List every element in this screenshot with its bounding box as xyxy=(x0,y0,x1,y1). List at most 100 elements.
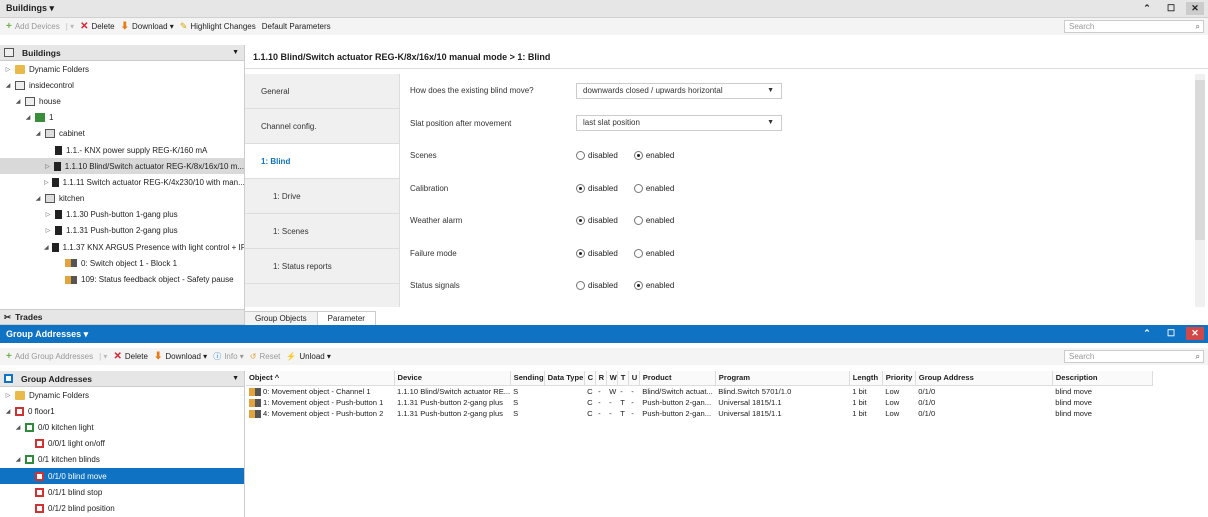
column-header-product[interactable]: Product xyxy=(639,371,716,386)
tree-item-1-1-10-blind-switch-actuator-reg-k-8x-16[interactable]: ▷ 1.1.10 Blind/Switch actuator REG-K/8x/1… xyxy=(0,158,244,175)
radio-disabled[interactable]: disabled xyxy=(576,248,618,258)
tree-item-dynamic-folders[interactable]: ▷ Dynamic Folders xyxy=(0,61,244,77)
group-tree-header[interactable]: Group Addresses ▼ xyxy=(0,371,244,387)
close-icon[interactable]: ✕ xyxy=(1186,2,1204,15)
expand-toggle-icon[interactable]: ◢ xyxy=(14,456,22,463)
tree-item-1-1-11-switch-actuator-reg-k-4x230-10-wi[interactable]: ▷ 1.1.11 Switch actuator REG-K/4x230/10 w… xyxy=(0,174,244,190)
collapse-icon[interactable]: ⌃ xyxy=(1138,2,1156,15)
expand-toggle-icon[interactable]: ◢ xyxy=(34,195,42,202)
tree-item-0-switch-object-1-block-1[interactable]: 0: Switch object 1 - Block 1 xyxy=(0,255,244,271)
column-header-sending[interactable]: Sending xyxy=(510,371,545,386)
expand-toggle-icon[interactable]: ▷ xyxy=(44,179,49,186)
buildings-title[interactable]: Buildings ▾ xyxy=(6,3,54,14)
radio-disabled[interactable]: disabled xyxy=(576,216,618,225)
tree-item-kitchen[interactable]: ◢ kitchen xyxy=(0,191,244,207)
tree-item-1-1-30-push-button-1-gang-plus[interactable]: ▷ 1.1.30 Push-button 1-gang plus xyxy=(0,207,244,223)
tree-item-1-1-37-knx-argus-presence-with-light-con[interactable]: ◢ 1.1.37 KNX ARGUS Presence with light co… xyxy=(0,239,244,255)
tree-item-insidecontrol[interactable]: ◢ insidecontrol xyxy=(0,77,244,93)
table-row[interactable]: 4: Movement object - Push-button 2 1.1.31… xyxy=(246,408,1152,420)
radio-enabled[interactable]: enabled xyxy=(633,281,674,290)
maximize-icon[interactable]: ☐ xyxy=(1162,327,1180,340)
group-addresses-title[interactable]: Group Addresses ▾ xyxy=(6,329,88,340)
tree-item-0-1-1-blind-stop[interactable]: 0/1/1 blind stop xyxy=(0,484,244,500)
download-button[interactable]: ⬇ Download ▾ xyxy=(121,21,174,32)
parameter-scrollbar[interactable] xyxy=(1195,74,1205,307)
nav-item-general[interactable]: General xyxy=(245,74,399,109)
column-header-object[interactable]: Object ^ xyxy=(246,371,395,386)
expand-toggle-icon[interactable]: ◢ xyxy=(14,98,22,105)
tree-item-1-1-31-push-button-2-gang-plus[interactable]: ▷ 1.1.31 Push-button 2-gang plus xyxy=(0,223,244,239)
reset-button[interactable]: ↺ Reset xyxy=(250,352,281,361)
group-search-input[interactable]: Search ⌕ xyxy=(1064,350,1204,363)
tree-item-0-1-kitchen-blinds[interactable]: ◢ 0/1 kitchen blinds xyxy=(0,452,244,468)
tree-item-cabinet[interactable]: ◢ cabinet xyxy=(0,126,244,142)
info-button[interactable]: ⓘ Info ▾ xyxy=(213,351,244,362)
column-header-c[interactable]: C xyxy=(584,371,596,386)
column-header-length[interactable]: Length xyxy=(849,371,883,386)
tab-group-objects[interactable]: Group Objects xyxy=(245,311,318,325)
expand-toggle-icon[interactable]: ▷ xyxy=(44,211,52,218)
nav-item-1-status-reports[interactable]: 1: Status reports xyxy=(245,249,399,284)
expand-toggle-icon[interactable]: ◢ xyxy=(34,130,42,137)
column-header-description[interactable]: Description xyxy=(1052,371,1153,386)
trades-header[interactable]: ✂ Trades xyxy=(0,309,244,325)
tree-item-109-status-feedback-object-safety-pause[interactable]: 109: Status feedback object - Safety pau… xyxy=(0,271,244,287)
maximize-icon[interactable]: ☐ xyxy=(1162,2,1180,15)
column-header-program[interactable]: Program xyxy=(715,371,850,386)
download-button[interactable]: ⬇ Download ▾ xyxy=(154,351,207,362)
add-group-addresses-button[interactable]: + Add Group Addresses xyxy=(6,351,93,362)
nav-item-1-blind[interactable]: 1: Blind xyxy=(245,144,399,179)
column-header-group-address[interactable]: Group Address xyxy=(915,371,1053,386)
nav-item-1-drive[interactable]: 1: Drive xyxy=(245,179,399,214)
column-header-data-type[interactable]: Data Type xyxy=(544,371,585,386)
radio-enabled[interactable]: enabled xyxy=(633,216,674,225)
table-row[interactable]: 0: Movement object - Channel 1 1.1.10 Bli… xyxy=(246,385,1152,397)
chevron-down-icon[interactable]: ▼ xyxy=(232,49,239,56)
tree-item-0-1-2-blind-position[interactable]: 0/1/2 blind position xyxy=(0,500,244,516)
tree-item-0-floor1[interactable]: ◢ 0 floor1 xyxy=(0,403,244,419)
delete-button[interactable]: ✕ Delete xyxy=(113,351,148,362)
add-devices-button[interactable]: + Add Devices xyxy=(6,21,60,32)
radio-disabled[interactable]: disabled xyxy=(576,281,618,290)
chevron-down-icon[interactable]: ▼ xyxy=(232,375,239,382)
table-row[interactable]: 1: Movement object - Push-button 1 1.1.31… xyxy=(246,397,1152,409)
radio-enabled[interactable]: enabled xyxy=(633,151,674,160)
expand-toggle-icon[interactable]: ▷ xyxy=(4,392,12,399)
column-header-t[interactable]: T xyxy=(617,371,629,386)
expand-toggle-icon[interactable]: ◢ xyxy=(44,244,49,251)
radio-enabled[interactable]: enabled xyxy=(633,248,674,258)
expand-toggle-icon[interactable]: ◢ xyxy=(4,408,12,415)
tree-item-0-0-kitchen-light[interactable]: ◢ 0/0 kitchen light xyxy=(0,419,244,435)
tree-item-0-0-1-light-on-off[interactable]: 0/0/1 light on/off xyxy=(0,436,244,452)
expand-toggle-icon[interactable]: ◢ xyxy=(24,114,32,121)
radio-disabled[interactable]: disabled xyxy=(576,183,618,193)
param-dropdown[interactable]: downwards closed / upwards horizontal ▼ xyxy=(576,82,782,99)
column-header-device[interactable]: Device xyxy=(394,371,511,386)
tree-item-1[interactable]: ◢ 1 xyxy=(0,110,244,126)
unload-button[interactable]: ⚡ Unload ▾ xyxy=(286,352,331,361)
buildings-search-input[interactable]: Search ⌕ xyxy=(1064,20,1204,33)
param-dropdown[interactable]: last slat position ▼ xyxy=(576,115,782,131)
column-header-r[interactable]: R xyxy=(595,371,607,386)
tree-item-0-1-0-blind-move[interactable]: 0/1/0 blind move xyxy=(0,467,244,485)
radio-enabled[interactable]: enabled xyxy=(633,183,674,193)
tree-item-1-1-knx-power-supply-reg-k-160-ma[interactable]: 1.1.- KNX power supply REG-K/160 mA xyxy=(0,142,244,158)
highlight-changes-button[interactable]: ✎ Highlight Changes xyxy=(180,21,256,32)
delete-button[interactable]: ✕ Delete xyxy=(80,21,115,32)
tree-item-dynamic-folders[interactable]: ▷ Dynamic Folders xyxy=(0,387,244,403)
tree-item-house[interactable]: ◢ house xyxy=(0,93,244,109)
expand-toggle-icon[interactable]: ◢ xyxy=(4,82,12,89)
close-icon[interactable]: ✕ xyxy=(1186,327,1204,340)
expand-toggle-icon[interactable]: ▷ xyxy=(4,66,12,73)
expand-toggle-icon[interactable]: ▷ xyxy=(44,163,51,170)
buildings-tree-header[interactable]: Buildings ▼ xyxy=(0,45,244,61)
tab-parameter[interactable]: Parameter xyxy=(317,311,376,325)
column-header-u[interactable]: U xyxy=(628,371,640,386)
radio-disabled[interactable]: disabled xyxy=(576,151,618,160)
expand-toggle-icon[interactable]: ▷ xyxy=(44,227,52,234)
default-parameters-button[interactable]: Default Parameters xyxy=(262,22,331,31)
column-header-priority[interactable]: Priority xyxy=(882,371,916,386)
nav-item-channel-config[interactable]: Channel config. xyxy=(245,109,399,144)
expand-toggle-icon[interactable]: ◢ xyxy=(14,424,22,431)
collapse-icon[interactable]: ⌃ xyxy=(1138,327,1156,340)
